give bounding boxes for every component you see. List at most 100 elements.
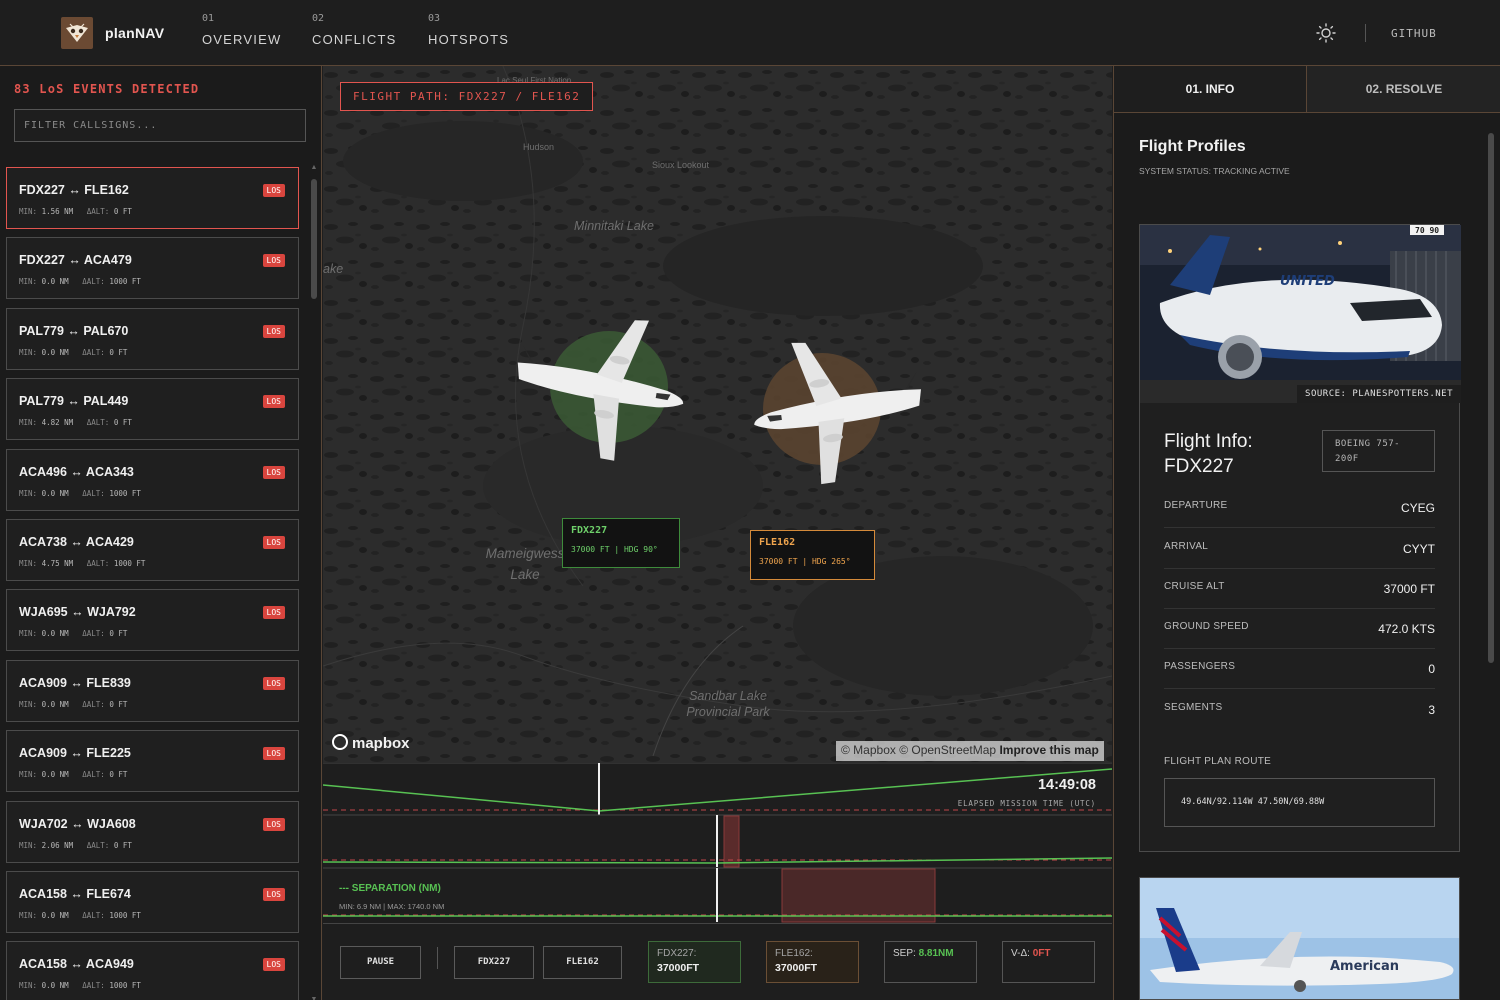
event-callsign-pair: PAL779 ↔ PAL670 xyxy=(19,323,129,338)
min-key: MIN: xyxy=(19,629,38,639)
info-panel-scrollbar[interactable] xyxy=(1487,133,1495,993)
min-separation: 2.06 NM xyxy=(41,840,74,850)
logo[interactable] xyxy=(61,17,93,49)
aircraft-layer xyxy=(517,320,921,485)
alt-key: ΔALT: xyxy=(82,770,105,780)
min-key: MIN: xyxy=(19,207,38,216)
event-list-scrollbar[interactable]: ▲ ▼ xyxy=(310,164,318,1000)
second-aircraft-photo: American xyxy=(1139,877,1460,1000)
info-row-cruise-alt: CRUISE ALT 37000 FT xyxy=(1164,569,1435,609)
theme-toggle-sun-icon[interactable] xyxy=(1316,23,1336,43)
los-event-item[interactable]: PAL779 ↔ PAL449 LOS MIN: 4.82 NM ΔALT: 0 F… xyxy=(6,378,299,441)
owl-logo-icon xyxy=(66,23,88,42)
fle162-altitude-box: FLE162: 37000FT xyxy=(766,941,859,983)
los-event-item[interactable]: FDX227 ↔ FLE162 LOS MIN: 1.56 NM ΔALT: 0 F… xyxy=(6,167,299,229)
event-callsign-pair: ACA738 ↔ ACA429 xyxy=(19,535,134,549)
photo-source[interactable]: SOURCE: PLANESPOTTERS.NET xyxy=(1297,385,1461,403)
event-metrics: MIN: 0.0 NM ΔALT: 0 FT xyxy=(19,770,127,779)
map-attribution: © Mapbox © OpenStreetMap Improve this ma… xyxy=(836,741,1104,761)
separation-value: 8.81NM xyxy=(918,948,954,959)
attribution-text[interactable]: © Mapbox © OpenStreetMap xyxy=(841,743,996,757)
airline-livery-text: American xyxy=(1330,959,1399,974)
scroll-up-icon[interactable]: ▲ xyxy=(310,164,318,171)
focus-fle162-button[interactable]: FLE162 xyxy=(543,946,622,979)
event-callsign-pair: FDX227 ↔ ACA479 xyxy=(19,253,132,268)
los-event-item[interactable]: ACA909 ↔ FLE839 LOS MIN: 0.0 NM ΔALT: 0 FT xyxy=(6,659,299,722)
los-event-item[interactable]: ACA496 ↔ ACA343 LOS MIN: 0.0 NM ΔALT: 1000… xyxy=(6,448,299,511)
improve-map-link[interactable]: Improve this map xyxy=(999,743,1098,757)
event-metrics: MIN: 0.0 NM ΔALT: 1000 FT xyxy=(19,911,141,920)
aircraft-callsign: FLE162 xyxy=(759,537,796,548)
altitude-label: FDX227: xyxy=(657,948,697,959)
altitude-value: 37000FT xyxy=(657,962,700,974)
info-key: SEGMENTS xyxy=(1164,702,1223,713)
los-event-item[interactable]: ACA158 ↔ ACA949 LOS MIN: 0.0 NM ΔALT: 1000… xyxy=(6,941,299,1000)
los-event-item[interactable]: FDX227 ↔ ACA479 LOS MIN: 0.0 NM ΔALT: 1000… xyxy=(6,237,299,300)
aircraft-tag-fle162[interactable]: FLE162 37000 FT | HDG 265° xyxy=(750,530,875,580)
pause-button[interactable]: PAUSE xyxy=(340,946,421,979)
united-aircraft-illustration: UNITED 70 90 xyxy=(1140,225,1461,403)
los-event-item[interactable]: ACA738 ↔ ACA429 LOS MIN: 4.75 NM ΔALT: 100… xyxy=(6,519,299,581)
aircraft-photo: UNITED 70 90 SOURCE: PLANESPOTTERS.NET xyxy=(1140,225,1461,403)
flight-info-title: Flight Info: FDX227 xyxy=(1164,431,1253,477)
event-callsign-pair: WJA695 ↔ WJA792 xyxy=(19,605,136,620)
filter-callsigns-input[interactable] xyxy=(14,109,306,142)
scrollbar-thumb[interactable] xyxy=(1488,133,1494,663)
playback-controls: PAUSE FDX227 FLE162 FDX227: 37000FT FLE1… xyxy=(323,923,1112,1000)
flight-plan-route-label: FLIGHT PLAN ROUTE xyxy=(1164,756,1272,767)
alt-key: ΔALT: xyxy=(82,699,105,709)
timeline-graphs[interactable] xyxy=(323,763,1112,923)
nav-hotspots[interactable]: 03 HOTSPOTS xyxy=(428,13,509,47)
scroll-down-icon[interactable]: ▼ xyxy=(310,996,318,1000)
info-value: 37000 FT xyxy=(1383,582,1435,596)
focus-fdx227-button[interactable]: FDX227 xyxy=(454,946,534,979)
altitude-value: 37000FT xyxy=(775,962,818,974)
flight-profile-card: UNITED 70 90 SOURCE: PLANESPOTTERS.NET F… xyxy=(1139,224,1461,852)
info-value: CYYT xyxy=(1402,542,1435,556)
map-view[interactable]: Lac Seul First Nation Hudson Sioux Looko… xyxy=(323,66,1112,763)
tab-resolve[interactable]: 02. RESOLVE xyxy=(1307,66,1500,113)
separation-label: SEP: xyxy=(893,948,916,959)
altitude-delta: 0 FT xyxy=(113,207,132,216)
altitude-delta: 0 FT xyxy=(113,840,132,850)
info-row-departure: DEPARTURE CYEG xyxy=(1164,488,1435,528)
controls-divider xyxy=(437,947,438,969)
min-key: MIN: xyxy=(19,488,38,498)
tab-info[interactable]: 01. INFO xyxy=(1114,66,1307,113)
min-separation: 0.0 NM xyxy=(41,911,69,920)
alt-key: ΔALT: xyxy=(82,629,105,639)
separation-legend: --- SEPARATION (NM) xyxy=(339,883,441,894)
info-value: 472.0 KTS xyxy=(1378,622,1435,636)
min-separation: 0.0 NM xyxy=(41,488,69,498)
los-event-item[interactable]: WJA702 ↔ WJA608 LOS MIN: 2.06 NM ΔALT: 0 F… xyxy=(6,800,299,863)
aircraft-tag-fdx227[interactable]: FDX227 37000 FT | HDG 90° xyxy=(562,518,680,568)
altitude-delta: 1000 FT xyxy=(109,981,141,991)
los-event-item[interactable]: WJA695 ↔ WJA792 LOS MIN: 0.0 NM ΔALT: 0 FT xyxy=(6,589,299,652)
altitude-delta: 1000 FT xyxy=(109,488,141,498)
los-badge: LOS xyxy=(262,958,285,972)
nav-number: 03 xyxy=(428,13,441,24)
separation-box: SEP: 8.81NM xyxy=(884,941,977,983)
min-separation: 0.0 NM xyxy=(41,699,69,709)
min-separation: 0.0 NM xyxy=(41,629,69,639)
event-callsign-pair: PAL779 ↔ PAL449 xyxy=(19,394,129,409)
nav-conflicts[interactable]: 02 CONFLICTS xyxy=(312,13,396,47)
brand-name: planNAV xyxy=(105,25,165,41)
elapsed-time-label: ELAPSED MISSION TIME (UTC) xyxy=(957,799,1096,808)
los-badge: LOS xyxy=(262,676,285,690)
los-event-item[interactable]: ACA158 ↔ FLE674 LOS MIN: 0.0 NM ΔALT: 1000… xyxy=(6,871,299,933)
altitude-delta: 0 FT xyxy=(109,699,128,709)
info-row-arrival: ARRIVAL CYYT xyxy=(1164,529,1435,569)
min-key: MIN: xyxy=(19,418,38,428)
nav-overview[interactable]: 01 OVERVIEW xyxy=(202,13,281,47)
los-event-item[interactable]: PAL779 ↔ PAL670 LOS MIN: 0.0 NM ΔALT: 0 FT xyxy=(6,307,299,370)
los-event-item[interactable]: ACA909 ↔ FLE225 LOS MIN: 0.0 NM ΔALT: 0 FT xyxy=(6,730,299,793)
github-link[interactable]: GITHUB xyxy=(1391,27,1437,40)
scrollbar-thumb[interactable] xyxy=(311,179,317,299)
los-badge: LOS xyxy=(262,254,285,268)
system-status: SYSTEM STATUS: TRACKING ACTIVE xyxy=(1139,166,1290,176)
mapbox-logo[interactable]: mapbox xyxy=(332,734,410,752)
info-value: 3 xyxy=(1428,703,1435,717)
info-key: CRUISE ALT xyxy=(1164,581,1225,592)
event-callsign-pair: ACA158 ↔ FLE674 xyxy=(19,887,131,901)
